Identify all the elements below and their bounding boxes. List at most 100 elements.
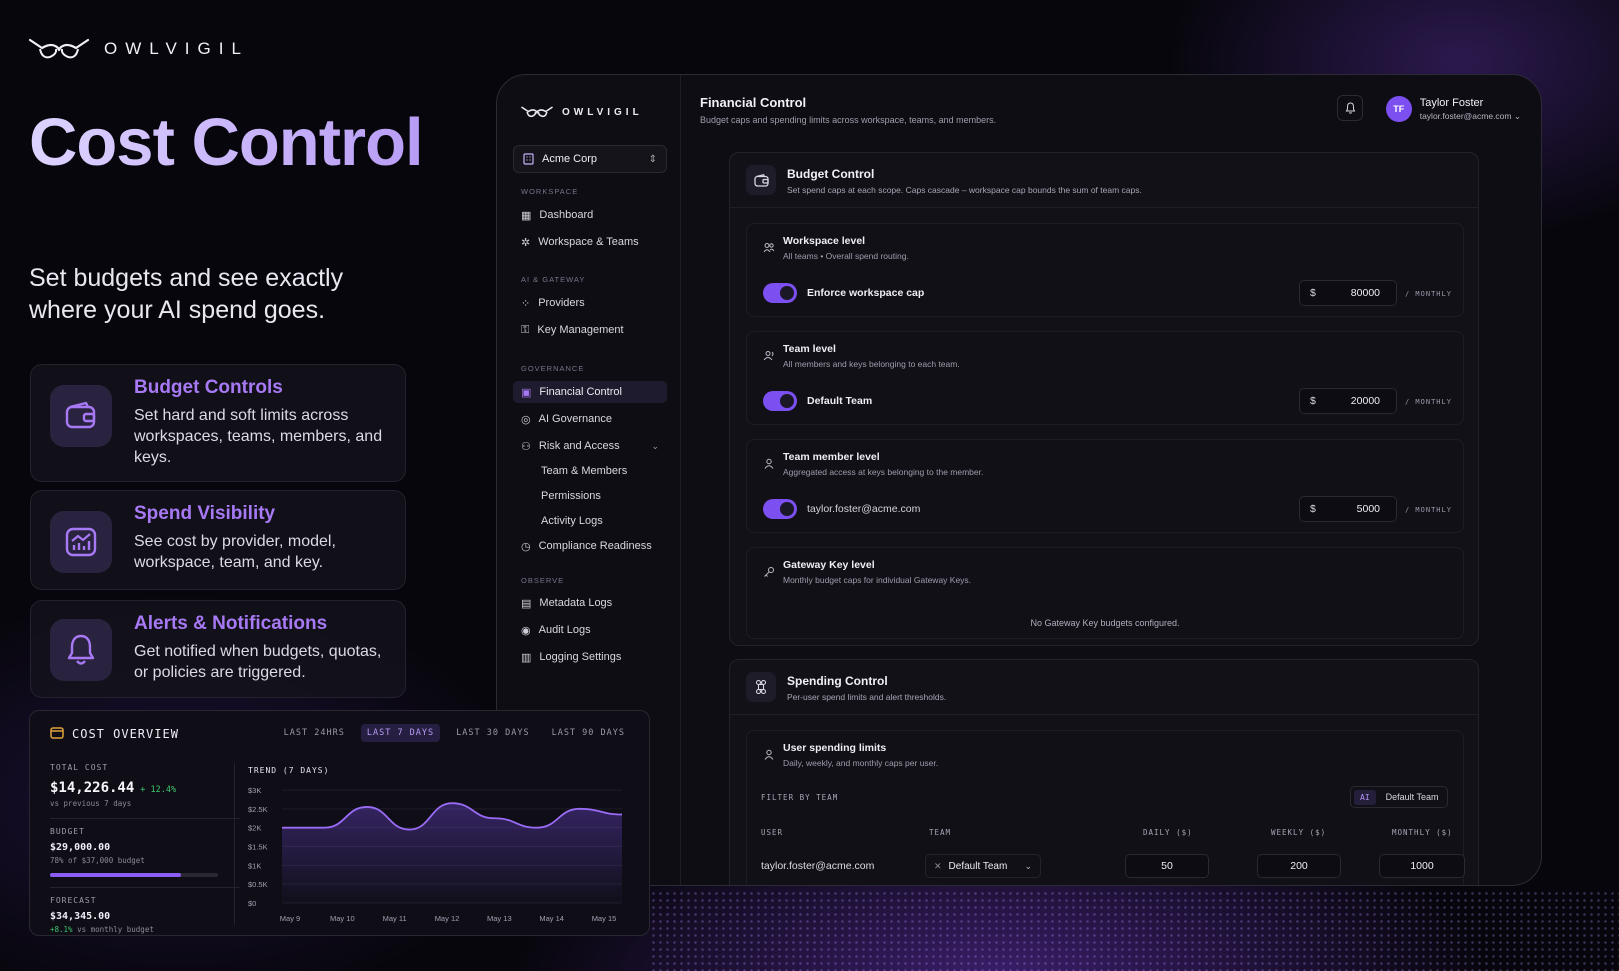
range-tab-7days[interactable]: LAST 7 DAYS (360, 724, 441, 742)
sidebar-item-financial-control[interactable]: ▣ Financial Control (513, 381, 667, 403)
spending-control-card: Spending Control Per-user spend limits a… (729, 659, 1479, 885)
y-tick-label: $2.5K (248, 805, 268, 814)
sidebar-item-label: Providers (538, 297, 585, 309)
org-switcher[interactable]: Acme Corp ⇕ (513, 145, 667, 173)
range-tab-90days[interactable]: LAST 90 DAYS (546, 724, 631, 742)
command-icon (746, 672, 776, 702)
providers-icon: ⁘ (521, 297, 531, 310)
sidebar-item-risk-access[interactable]: ⚇ Risk and Access ⌄ (513, 435, 667, 457)
brand-logo: OWLVIGIL (28, 36, 249, 62)
overview-title: COST OVERVIEW (72, 727, 179, 741)
section-ai-gateway: AI & GATEWAY (521, 275, 586, 284)
sidebar-item-permissions[interactable]: Permissions (513, 485, 667, 507)
sidebar-item-dashboard[interactable]: ▦ Dashboard (513, 204, 667, 226)
particle-wave-decoration (650, 890, 1619, 971)
column-header-weekly: WEEKLY ($) (1271, 828, 1327, 837)
close-icon[interactable]: ✕ (934, 861, 942, 872)
workspace-level-panel: Workspace level All teams • Overall spen… (746, 223, 1464, 317)
level-subtitle: Daily, weekly, and monthly caps per user… (783, 758, 939, 768)
cost-overview-panel: COST OVERVIEW LAST 24HRS LAST 7 DAYS LAS… (29, 710, 650, 936)
level-subtitle: All members and keys belonging to each t… (783, 359, 960, 369)
default-team-toggle[interactable] (763, 391, 797, 411)
range-tab-30days[interactable]: LAST 30 DAYS (450, 724, 535, 742)
sidebar-item-audit-logs[interactable]: ◉ Audit Logs (513, 619, 667, 641)
row-user-email: taylor.foster@acme.com (761, 860, 875, 872)
column-header-daily: DAILY ($) (1143, 828, 1193, 837)
sidebar-item-activity-logs[interactable]: Activity Logs (513, 510, 667, 532)
user-name: Taylor Foster (1419, 96, 1484, 109)
team-select-value: Default Team (948, 860, 1008, 872)
sidebar-item-label: Key Management (537, 324, 624, 336)
budget-control-card: Budget Control Set spend caps at each sc… (729, 152, 1479, 646)
filter-value: Default Team (1385, 792, 1439, 802)
team-cap-input[interactable]: $20000 (1299, 388, 1397, 414)
x-tick-label: May 13 (487, 914, 512, 923)
sidebar-item-team-members[interactable]: Team & Members (513, 460, 667, 482)
toggle-label: Default Team (807, 395, 873, 407)
sidebar-brand-name: OWLVIGIL (562, 106, 643, 118)
sidebar-item-label: Risk and Access (538, 440, 620, 452)
monthly-limit-input[interactable]: 1000 (1379, 854, 1465, 878)
forecast-note-text: vs monthly budget (77, 925, 154, 934)
building-icon (523, 153, 534, 165)
feature-title: Alerts & Notifications (134, 613, 328, 634)
sidebar-item-metadata-logs[interactable]: ▤ Metadata Logs (513, 592, 667, 614)
enforce-workspace-cap-toggle[interactable] (763, 283, 797, 303)
feature-description: See cost by provider, model, workspace, … (134, 533, 336, 571)
x-tick-label: May 10 (330, 914, 355, 923)
sidebar-item-key-management[interactable]: ⚿ Key Management (513, 319, 667, 341)
level-subtitle: All teams • Overall spend routing. (783, 251, 909, 261)
sidebar-item-providers[interactable]: ⁘ Providers (513, 292, 667, 314)
user-email: taylor.foster@acme.com ⌄ (1420, 111, 1521, 122)
network-icon: ✲ (521, 236, 531, 249)
sidebar-item-label: Financial Control (539, 386, 622, 398)
section-observe: OBSERVE (521, 576, 565, 585)
team-filter[interactable]: AI Default Team (1350, 786, 1448, 808)
user-menu[interactable]: TF Taylor Foster taylor.foster@acme.com … (1385, 96, 1521, 122)
notifications-button[interactable] (1337, 95, 1363, 121)
main-content: Financial Control Budget caps and spendi… (681, 75, 1541, 885)
team-select[interactable]: ✕ Default Team ⌄ (925, 854, 1041, 878)
x-tick-label: May 15 (592, 914, 617, 923)
settings-doc-icon: ▥ (521, 651, 532, 664)
daily-limit-input[interactable]: 50 (1125, 854, 1209, 878)
budget-progress-bar (50, 873, 218, 877)
key-icon: ⚿ (521, 323, 530, 336)
team-member-level-panel: Team member level Aggregated access at k… (746, 439, 1464, 533)
budget-control-subtitle: Set spend caps at each scope. Caps casca… (787, 185, 1142, 195)
weekly-limit-input[interactable]: 200 (1257, 854, 1341, 878)
column-header-user: USER (761, 828, 784, 837)
filter-tag: AI (1354, 789, 1376, 805)
app-window: OWLVIGIL Acme Corp ⇕ WORKSPACE ▦ Dashboa… (496, 74, 1542, 886)
workspace-cap-input[interactable]: $80000 (1299, 280, 1397, 306)
level-title: Workspace level (783, 235, 866, 247)
sidebar-item-logging-settings[interactable]: ▥ Logging Settings (513, 646, 667, 668)
wallet-icon: ▣ (521, 386, 532, 399)
user-email-text: taylor.foster@acme.com (1419, 110, 1512, 121)
level-subtitle: Monthly budget caps for individual Gatew… (783, 575, 972, 585)
currency-symbol: $ (1310, 503, 1316, 515)
chevron-down-icon: ⌄ (651, 440, 659, 451)
sidebar-item-ai-governance[interactable]: ◎ AI Governance (513, 408, 667, 430)
hero-title: Cost Control (29, 105, 424, 180)
document-icon: ▤ (521, 597, 532, 610)
sidebar-item-compliance[interactable]: ◷ Compliance Readiness (513, 535, 667, 557)
grid-icon: ▦ (521, 209, 532, 222)
forecast-note: +8.1% vs monthly budget (50, 925, 240, 934)
users-icon (763, 243, 775, 253)
sidebar-item-workspace-teams[interactable]: ✲ Workspace & Teams (513, 231, 667, 253)
trend-chart: TREND (7 DAYS) $3K $2.5K $2K $1.5K $1K $0.5K $0… (248, 766, 623, 923)
x-tick-label: May 12 (435, 914, 460, 923)
budget-value: $29,000.00 (50, 842, 111, 853)
range-tab-24hrs[interactable]: LAST 24HRS (278, 724, 351, 742)
member-cap-input[interactable]: $5000 (1299, 496, 1397, 522)
total-cost-amount: $14,226.44 (50, 780, 135, 796)
period-label: / MONTHLY (1405, 398, 1452, 406)
level-title: Gateway Key level (783, 559, 875, 571)
column-header-monthly: MONTHLY ($) (1392, 828, 1453, 837)
section-governance: GOVERNANCE (521, 364, 585, 373)
team-icon (763, 351, 774, 361)
overview-metrics: TOTAL COST $14,226.44 + 12.4% vs previous… (50, 763, 240, 934)
sidebar-item-label: Compliance Readiness (538, 540, 652, 552)
member-cap-toggle[interactable] (763, 499, 797, 519)
